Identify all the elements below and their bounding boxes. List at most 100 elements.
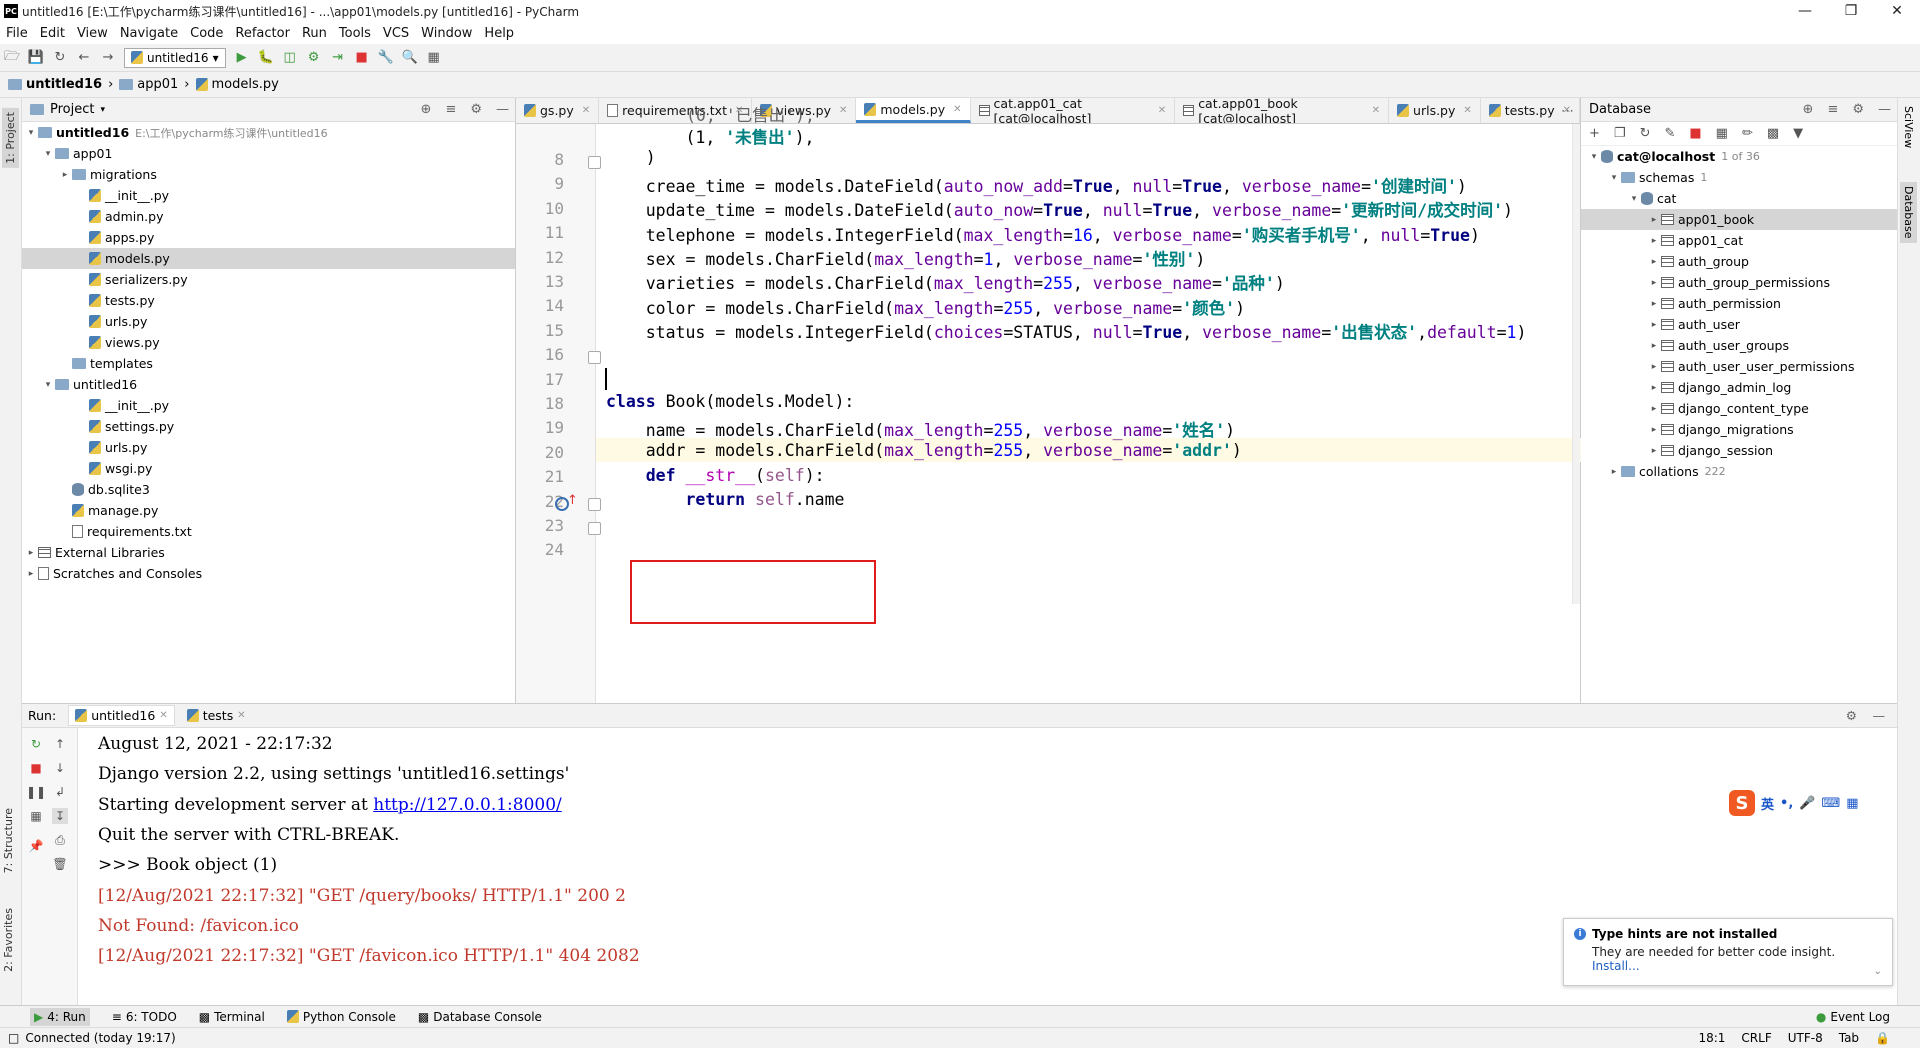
edit-icon[interactable]: ✏ [1742,126,1753,141]
lock-icon[interactable]: 🔒 [1875,1031,1890,1045]
chevron-right-icon[interactable]: ▸ [1647,425,1661,435]
menu-help[interactable]: Help [478,26,520,41]
menu-file[interactable]: File [0,26,34,41]
debug-icon[interactable]: 🐛 [258,50,274,66]
layout-icon[interactable]: ▦ [28,808,44,824]
locate-icon[interactable]: ⊕ [1803,102,1814,117]
gear-icon[interactable]: ⚙ [1852,102,1864,117]
project-tree-item[interactable]: apps.py [22,227,515,248]
microphone-icon[interactable]: 🎤 [1799,796,1815,811]
project-tree-item[interactable]: models.py [22,248,515,269]
forward-arrow-icon[interactable]: → [100,50,116,66]
run-tab-tests[interactable]: tests ✕ [186,708,246,723]
profile-icon[interactable]: ⚙ [306,50,322,66]
structure-tool-tab[interactable]: 7: Structure [2,808,15,873]
scroll-to-end-icon[interactable]: ↧ [52,808,68,824]
chevron-right-icon[interactable]: ▸ [1647,383,1661,393]
hide-icon[interactable]: — [1873,708,1886,723]
indent-setting[interactable]: Tab [1839,1031,1859,1045]
pin-icon[interactable]: 📌 [28,838,44,854]
collapse-icon[interactable]: ≡ [445,102,456,117]
project-tree-item[interactable]: requirements.txt [22,521,515,542]
run-tab-untitled16[interactable]: untitled16 ✕ [68,705,175,726]
stop-icon[interactable]: ■ [1689,126,1701,141]
concurrency-icon[interactable]: ⇥ [330,50,346,66]
minimize-button[interactable]: — [1782,0,1828,22]
menu-code[interactable]: Code [184,26,229,41]
breadcrumb-item[interactable]: app01 [119,77,178,92]
project-tree-item[interactable]: urls.py [22,437,515,458]
close-icon[interactable]: ✕ [1372,105,1380,116]
project-tree-item[interactable]: wsgi.py [22,458,515,479]
refresh-icon[interactable]: ↻ [1640,126,1651,141]
project-tree-item[interactable]: admin.py [22,206,515,227]
override-method-icon[interactable]: ↑ [555,493,578,511]
python-console-tool-tab[interactable]: Python Console [286,1010,396,1024]
stop-icon[interactable]: ■ [354,50,370,66]
maximize-button[interactable]: ❐ [1828,0,1874,22]
db-table-item[interactable]: ▸ django_content_type [1581,398,1897,419]
chevron-right-icon[interactable]: ▸ [1647,446,1661,456]
chevron-right-icon[interactable]: ▸ [24,548,38,558]
chevron-down-icon[interactable]: ▾ [100,105,105,115]
sciview-tool-tab[interactable]: SciView [1902,106,1915,148]
cursor-position[interactable]: 18:1 [1698,1031,1725,1045]
database-console-tool-tab[interactable]: ▩ Database Console [418,1010,542,1024]
db-table-item[interactable]: ▸ auth_group [1581,251,1897,272]
project-tree-item[interactable]: ▸ Scratches and Consoles [22,563,515,584]
db-table-item[interactable]: ▸ auth_group_permissions [1581,272,1897,293]
vcs-operations-icon[interactable]: ▦ [426,50,442,66]
edit-settings-icon[interactable]: ✎ [1664,126,1675,141]
db-schema-row[interactable]: ▾ cat [1581,188,1897,209]
menu-run[interactable]: Run [296,26,333,41]
db-table-item[interactable]: ▸ app01_book [1581,209,1897,230]
close-icon[interactable]: ✕ [1463,105,1471,116]
project-tree-item[interactable]: serializers.py [22,269,515,290]
chevron-down-icon[interactable]: ▾ [24,128,38,138]
close-icon[interactable]: ✕ [953,104,961,115]
fold-marker-icon[interactable] [588,497,601,511]
event-log-tool-tab[interactable]: ● Event Log [1816,1010,1890,1024]
chevron-down-icon[interactable]: ▾ [41,380,55,390]
sync-icon[interactable]: ↻ [52,50,68,66]
editor-tab[interactable]: cat.app01_book [cat@localhost] ✕ [1175,98,1390,123]
tab-overflow-icon[interactable]: ⋯ [1561,104,1574,119]
line-separator[interactable]: CRLF [1741,1031,1771,1045]
chevron-right-icon[interactable]: ▸ [1647,299,1661,309]
project-tree-item[interactable]: ▸ External Libraries [22,542,515,563]
soft-wrap-icon[interactable]: ↲ [52,784,68,800]
save-icon[interactable]: 💾 [28,50,44,66]
chevron-right-icon[interactable]: ▸ [1647,362,1661,372]
editor-tab[interactable]: models.py ✕ [856,98,971,123]
db-collations-row[interactable]: ▸ collations 222 [1581,461,1897,482]
db-table-item[interactable]: ▸ django_session [1581,440,1897,461]
terminal-tool-tab[interactable]: ▩ Terminal [199,1010,265,1024]
trash-icon[interactable]: 🗑 [52,856,68,872]
locate-icon[interactable]: ⊕ [421,102,432,117]
stop-icon[interactable]: ■ [28,760,44,776]
run-icon[interactable]: ▶ [234,50,250,66]
menu-edit[interactable]: Edit [34,26,71,41]
project-tree-item[interactable]: ▾ untitled16 E:\工作\pycharm练习课件\untitled16 [22,122,515,143]
db-table-item[interactable]: ▸ auth_user_groups [1581,335,1897,356]
db-schemas-row[interactable]: ▾ schemas 1 [1581,167,1897,188]
filter-icon[interactable]: ▼ [1793,126,1803,141]
server-url-link[interactable]: http://127.0.0.1:8000/ [373,795,562,815]
up-arrow-icon[interactable]: ↑ [52,736,68,752]
wrench-icon[interactable]: 🔧 [378,50,394,66]
table-view-icon[interactable]: ▦ [1716,126,1728,141]
menu-navigate[interactable]: Navigate [114,26,184,41]
sogou-logo-icon[interactable]: S [1729,790,1755,816]
collapse-icon[interactable]: ≡ [1827,102,1838,117]
editor-tab[interactable]: gs.py ✕ [516,98,600,123]
project-tool-tab[interactable]: 1: Project [2,108,19,168]
database-tool-tab[interactable]: Database [1900,182,1917,243]
menu-refactor[interactable]: Refactor [229,26,296,41]
editor-tab[interactable]: urls.py ✕ [1389,98,1481,123]
editor-scrollbar[interactable] [1572,124,1580,604]
project-tree-item[interactable]: ▸ migrations [22,164,515,185]
chevron-down-icon[interactable]: ▾ [41,149,55,159]
gear-icon[interactable]: ⚙ [470,102,482,117]
console-icon[interactable]: ▩ [1767,126,1779,141]
add-icon[interactable]: + [1589,126,1600,141]
